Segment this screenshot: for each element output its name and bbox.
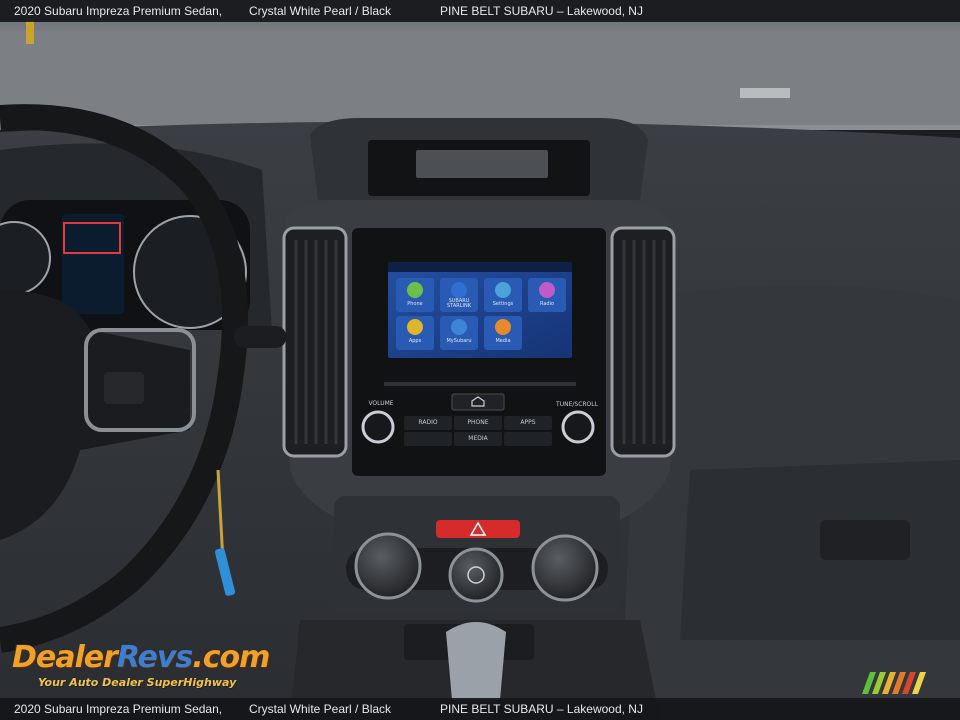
media-button-label: MEDIA xyxy=(468,435,488,442)
volume-knob[interactable] xyxy=(361,410,395,444)
caption-bar-top: 2020 Subaru Impreza Premium Sedan, Cryst… xyxy=(0,0,960,22)
caption-dealer: PINE BELT SUBARU – Lakewood, NJ xyxy=(440,4,643,18)
dashboard-scene xyxy=(0,0,960,720)
tile-radio-label: Radio xyxy=(539,301,555,307)
tile-media-label: Media xyxy=(495,338,511,344)
caption-bar-bottom: 2020 Subaru Impreza Premium Sedan, Cryst… xyxy=(0,698,960,720)
radio-icon xyxy=(539,282,555,298)
media-icon xyxy=(495,319,511,335)
caption-color-bottom: Crystal White Pearl / Black xyxy=(249,702,392,716)
ac-knob[interactable] xyxy=(531,534,599,602)
wheel-control-buttons[interactable] xyxy=(104,372,144,404)
radio-button-label: RADIO xyxy=(418,419,438,426)
logo-word-com: .com xyxy=(192,640,270,675)
tile-starlink-label: SUBARU STARLINK xyxy=(446,298,471,309)
caption-model-bottom: 2020 Subaru Impreza Premium Sedan, xyxy=(14,702,223,716)
tune-knob[interactable] xyxy=(561,410,595,444)
seek-forward-button[interactable] xyxy=(504,432,552,446)
phone-button-label: PHONE xyxy=(467,419,489,426)
dealerrevs-logo: DealerRevs.com Your Auto Dealer SuperHig… xyxy=(12,624,270,694)
car-icon xyxy=(451,319,467,335)
logo-word-revs: Revs xyxy=(116,640,193,675)
screen-status-bar xyxy=(388,262,572,272)
tile-phone-label: Phone xyxy=(407,301,423,307)
apps-button-label: APPS xyxy=(520,419,536,426)
tile-settings-label: Settings xyxy=(492,301,514,307)
tile-mysubaru-label: MySubaru xyxy=(446,338,472,344)
starlink-icon xyxy=(451,282,467,298)
temperature-knob[interactable] xyxy=(354,532,422,600)
lot-marking xyxy=(740,88,790,98)
seek-back-button[interactable] xyxy=(404,432,452,446)
multi-info-display xyxy=(62,214,124,314)
caption-color: Crystal White Pearl / Black xyxy=(249,4,392,18)
gear-shifter[interactable] xyxy=(446,622,506,700)
logo-word-dealer: Dealer xyxy=(12,640,118,675)
caption-model: 2020 Subaru Impreza Premium Sedan, xyxy=(14,4,223,18)
caption-dealer-bottom: PINE BELT SUBARU – Lakewood, NJ xyxy=(440,702,643,716)
fan-knob[interactable] xyxy=(448,547,504,603)
wiper-stalk[interactable] xyxy=(234,326,286,348)
tune-label: TUNE/SCROLL xyxy=(556,401,598,408)
volume-label: VOLUME xyxy=(368,400,394,407)
clock-readout xyxy=(416,150,548,178)
gear-icon xyxy=(495,282,511,298)
logo-wordmark: DealerRevs.com xyxy=(12,640,270,675)
apps-icon xyxy=(407,319,423,335)
glovebox-handle[interactable] xyxy=(820,520,910,560)
stripes-logo xyxy=(862,672,926,694)
tile-apps-label: Apps xyxy=(408,338,422,344)
logo-tagline: Your Auto Dealer SuperHighway xyxy=(38,676,237,689)
phone-icon xyxy=(407,282,423,298)
parking-lot xyxy=(0,30,960,125)
